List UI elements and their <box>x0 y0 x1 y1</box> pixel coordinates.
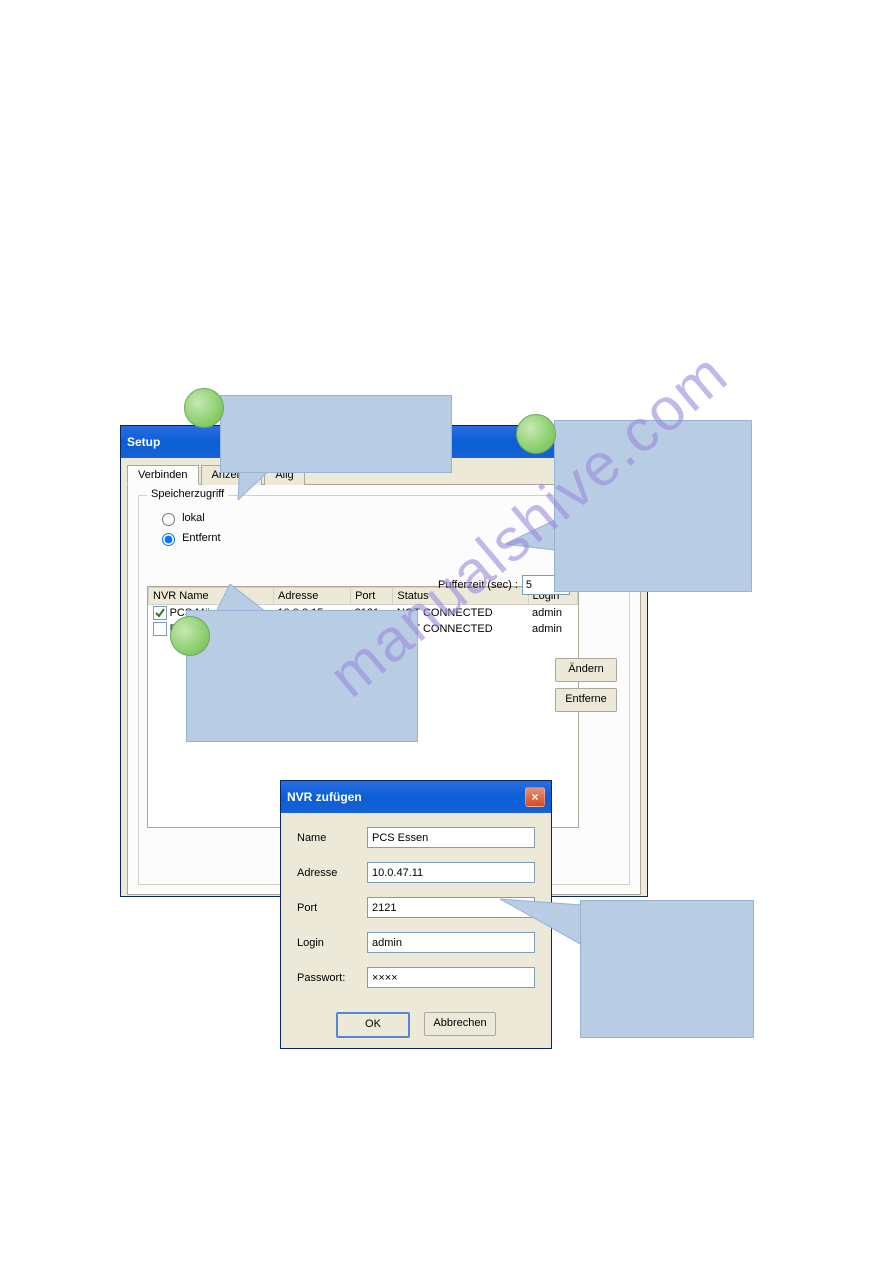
tab-verbinden[interactable]: Verbinden <box>127 465 199 485</box>
nvr-dialog-title-bar[interactable]: NVR zufügen × <box>281 781 551 813</box>
entferne-button[interactable]: Entferne <box>555 688 617 712</box>
name-label: Name <box>297 832 367 844</box>
close-icon[interactable]: × <box>525 787 545 807</box>
aendern-button[interactable]: Ändern <box>555 658 617 682</box>
callout-marker-1 <box>184 388 224 428</box>
port-label: Port <box>297 902 367 914</box>
callout-box <box>580 900 754 1038</box>
col-port[interactable]: Port <box>351 588 393 605</box>
cell-login: admin <box>528 605 578 622</box>
ok-button[interactable]: OK <box>336 1012 410 1038</box>
passwort-field[interactable] <box>367 967 535 988</box>
dialog-button-row: OK Abbrechen <box>281 1012 551 1048</box>
callout-pointer-icon <box>500 895 590 945</box>
adresse-label: Adresse <box>297 867 367 879</box>
pufferzeit-label: Pufferzeit (sec) : <box>438 579 518 591</box>
callout-box <box>186 610 418 742</box>
callout-marker-3 <box>170 616 210 656</box>
passwort-label: Passwort: <box>297 972 367 984</box>
cell-login: admin <box>528 621 578 637</box>
group-legend: Speicherzugriff <box>147 488 228 500</box>
callout-box <box>554 420 752 592</box>
callout-marker-2 <box>516 414 556 454</box>
nvr-dialog-title: NVR zufügen <box>287 790 362 804</box>
name-field[interactable] <box>367 827 535 848</box>
checkbox-checked-icon[interactable] <box>153 606 167 620</box>
pufferzeit-field: Pufferzeit (sec) : <box>438 575 570 595</box>
radio-lokal-label: lokal <box>182 512 205 524</box>
abbrechen-button[interactable]: Abbrechen <box>424 1012 496 1036</box>
callout-box <box>220 395 452 473</box>
checkbox-unchecked-icon[interactable] <box>153 622 167 636</box>
radio-entfernt-label: Entfernt <box>182 532 221 544</box>
adresse-field[interactable] <box>367 862 535 883</box>
setup-title: Setup <box>127 435 160 449</box>
login-label: Login <box>297 937 367 949</box>
side-buttons: Ändern Entferne <box>555 658 617 712</box>
radio-entfernt[interactable] <box>162 533 175 546</box>
radio-lokal[interactable] <box>162 513 175 526</box>
